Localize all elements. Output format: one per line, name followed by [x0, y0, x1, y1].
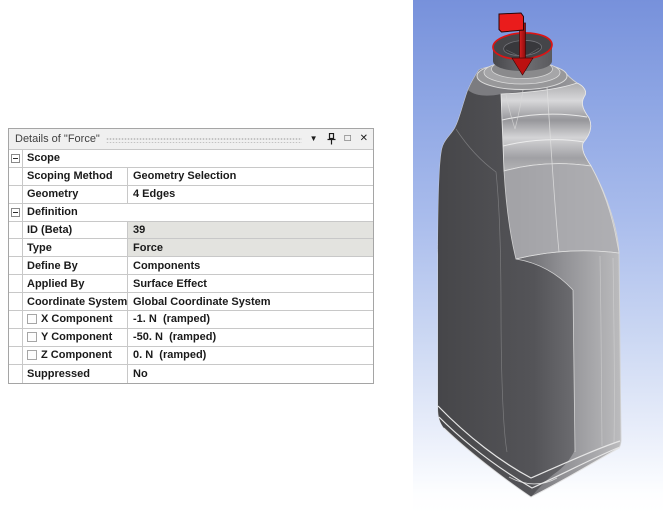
property-value[interactable]: -1. N (ramped): [128, 311, 373, 328]
details-row-type: Type Force: [9, 239, 373, 258]
component-checkbox[interactable]: [27, 350, 37, 361]
details-row-id-beta: ID (Beta) 39: [9, 221, 373, 240]
details-panel-title: Details of "Force": [15, 133, 100, 145]
close-icon[interactable]: ✕: [360, 134, 368, 144]
property-name: Type: [23, 239, 128, 257]
property-name: Z Component: [23, 346, 128, 364]
row-gutter: [9, 221, 23, 239]
float-window-icon[interactable]: □: [345, 134, 351, 144]
component-checkbox[interactable]: [27, 332, 37, 343]
bottle-geometry[interactable]: [437, 31, 622, 498]
details-panel-header[interactable]: Details of "Force" ▼ □ ✕: [9, 129, 373, 150]
details-panel: Details of "Force" ▼ □ ✕ Scope Scoping M…: [8, 128, 374, 384]
property-name: Define By: [23, 257, 128, 275]
details-row-coordinate-system: Coordinate System Global Coordinate Syst…: [9, 293, 373, 312]
row-gutter: [9, 167, 23, 185]
header-dotted-leader: [105, 135, 302, 143]
property-name: Applied By: [23, 275, 128, 293]
property-value[interactable]: Surface Effect: [128, 275, 373, 292]
row-gutter: [9, 293, 23, 311]
property-name: Suppressed: [23, 364, 128, 383]
app-canvas: Details of "Force" ▼ □ ✕ Scope Scoping M…: [0, 0, 665, 515]
property-value-readonly: Force: [128, 239, 373, 257]
bottle-label-panel: [503, 163, 620, 260]
collapse-minus-icon: [11, 207, 20, 217]
section-label: Definition: [27, 206, 78, 219]
details-row-scope: Scope: [9, 150, 373, 168]
property-name: Coordinate System: [23, 293, 128, 311]
details-row-scoping-method: Scoping Method Geometry Selection: [9, 167, 373, 186]
bottle-model-scene: [437, 12, 622, 498]
property-value[interactable]: 0. N (ramped): [128, 347, 373, 364]
property-value[interactable]: 4 Edges: [128, 186, 373, 203]
row-gutter: [9, 257, 23, 275]
graphics-viewport[interactable]: [413, 0, 663, 515]
property-name: Scoping Method: [23, 167, 128, 185]
property-name: ID (Beta): [23, 221, 128, 239]
row-gutter: [9, 346, 23, 364]
row-gutter: [9, 311, 23, 328]
details-row-geometry: Geometry 4 Edges: [9, 185, 373, 204]
component-checkbox[interactable]: [27, 314, 37, 325]
property-name: X Component: [23, 311, 128, 328]
details-row-z-component: Z Component 0. N (ramped): [9, 346, 373, 365]
collapse-minus-icon: [11, 153, 20, 163]
property-value[interactable]: -50. N (ramped): [128, 329, 373, 346]
property-name: Y Component: [23, 328, 128, 346]
details-row-x-component: X Component -1. N (ramped): [9, 311, 373, 329]
property-name-text: Z Component: [41, 349, 112, 362]
window-menu-dropdown-icon[interactable]: ▼: [310, 135, 318, 143]
details-row-applied-by: Applied By Surface Effect: [9, 275, 373, 294]
property-name-text: Y Component: [41, 331, 113, 344]
section-label: Scope: [27, 152, 61, 165]
details-row-y-component: Y Component -50. N (ramped): [9, 328, 373, 347]
row-gutter: [9, 328, 23, 346]
property-value[interactable]: Geometry Selection: [128, 168, 373, 185]
row-gutter: [9, 185, 23, 203]
property-name: Geometry: [23, 185, 128, 203]
row-gutter: [9, 364, 23, 383]
details-property-grid: Scope Scoping Method Geometry Selection …: [9, 150, 373, 383]
details-row-define-by: Define By Components: [9, 257, 373, 276]
details-row-suppressed: Suppressed No: [9, 364, 373, 383]
property-value[interactable]: No: [128, 365, 373, 383]
collapse-toggle[interactable]: [9, 203, 23, 221]
force-arrow-flag: [498, 12, 524, 33]
property-value[interactable]: Global Coordinate System: [128, 293, 373, 310]
property-value[interactable]: Components: [128, 257, 373, 274]
property-value-readonly: 39: [128, 221, 373, 239]
row-gutter: [9, 275, 23, 293]
pin-icon[interactable]: [327, 133, 336, 145]
pin-icon-glyph: [327, 133, 336, 145]
row-gutter: [9, 239, 23, 257]
collapse-toggle[interactable]: [9, 150, 23, 167]
property-name-text: X Component: [41, 313, 113, 326]
details-row-definition: Definition: [9, 203, 373, 222]
